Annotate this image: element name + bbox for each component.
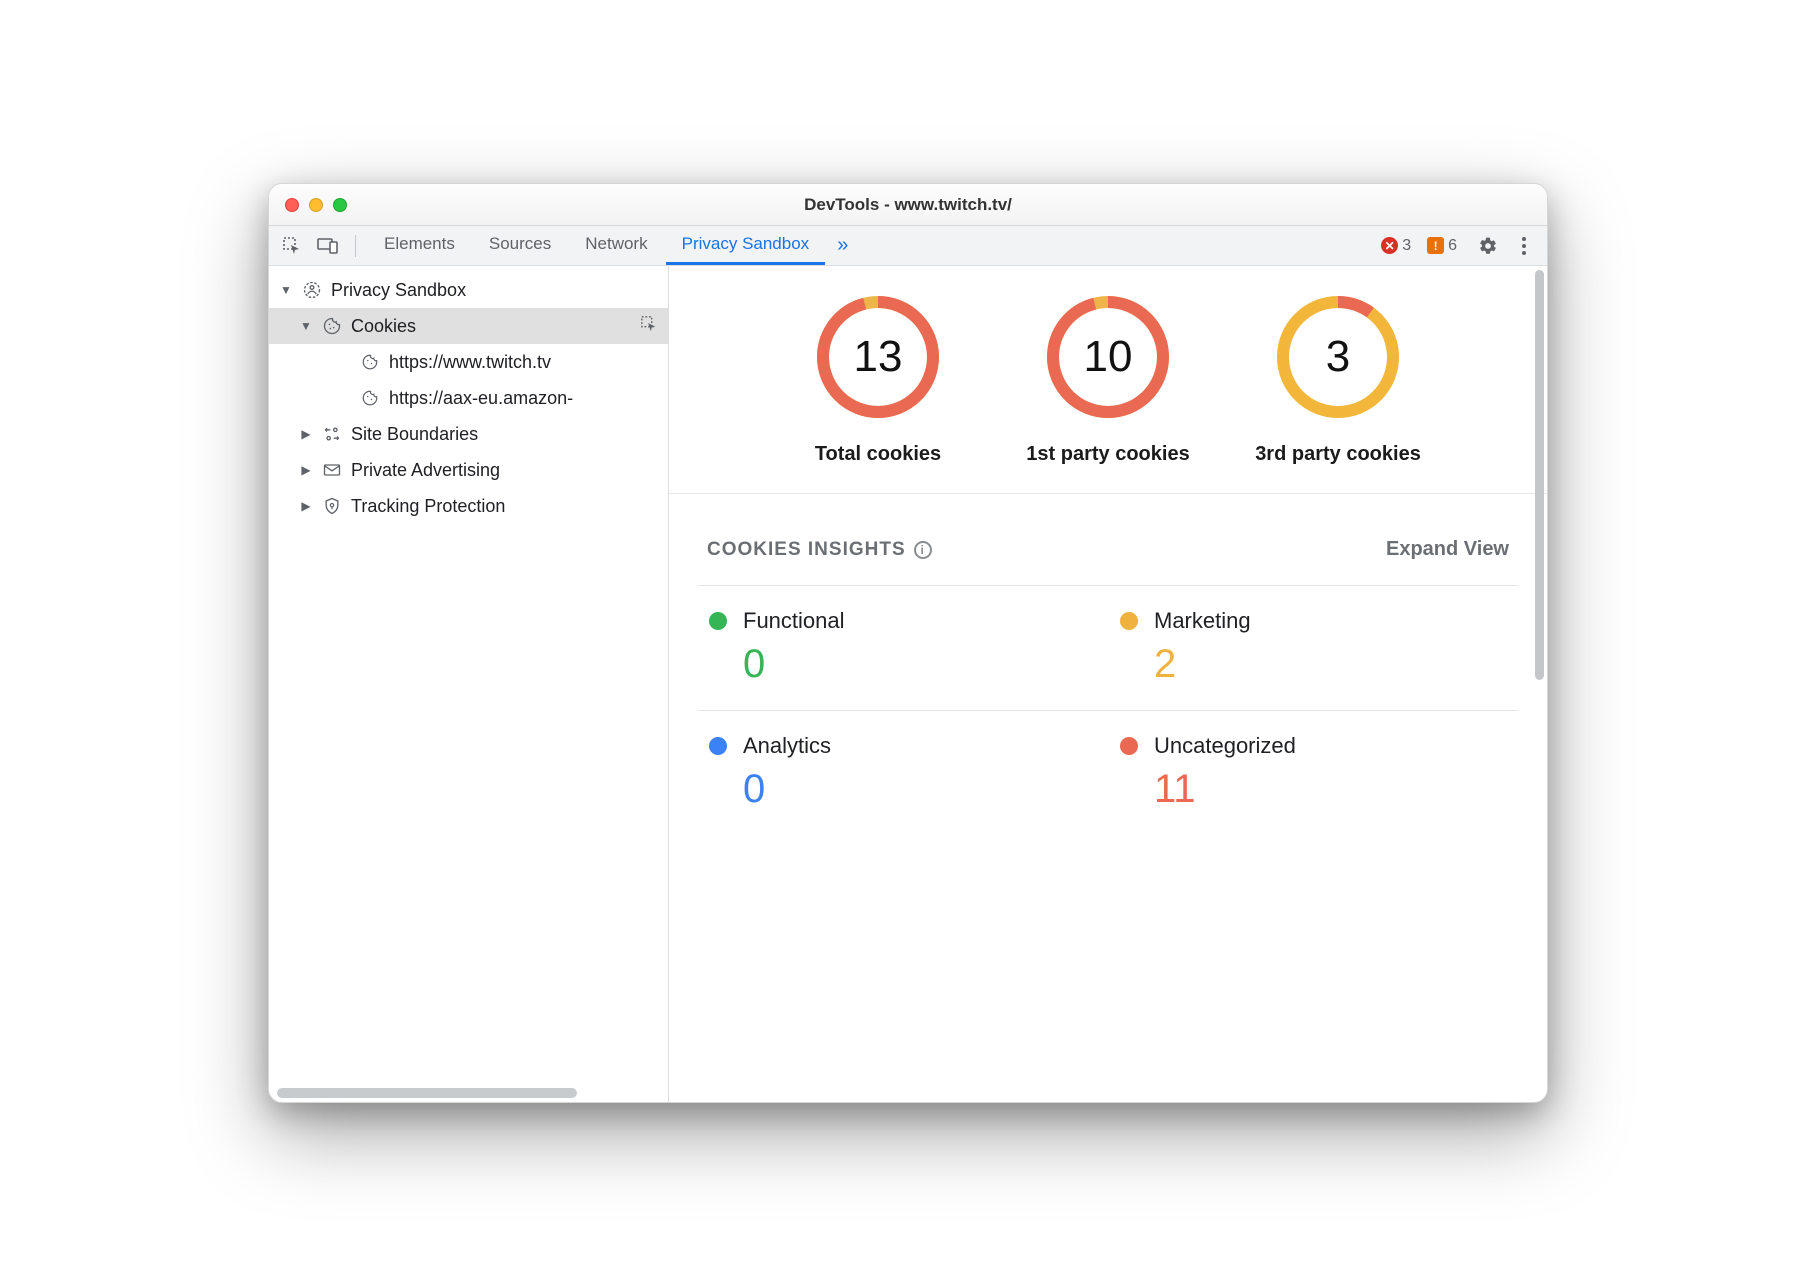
vertical-scrollbar[interactable] bbox=[1531, 266, 1547, 1102]
error-icon: ✕ bbox=[1381, 237, 1398, 254]
chevron-right-icon: ▶ bbox=[299, 427, 313, 441]
category-value: 11 bbox=[1154, 769, 1507, 809]
boundaries-icon bbox=[321, 423, 343, 445]
category-label: Functional bbox=[743, 608, 845, 634]
category-value: 0 bbox=[743, 769, 1096, 809]
tree-item-label: Cookies bbox=[351, 316, 632, 337]
warning-count: 6 bbox=[1448, 237, 1457, 255]
insight-cell-marketing[interactable]: Marketing 2 bbox=[1108, 585, 1519, 710]
tab-network[interactable]: Network bbox=[569, 226, 663, 265]
mail-icon bbox=[321, 459, 343, 481]
ring-label: 1st party cookies bbox=[1023, 440, 1193, 469]
toolbar-separator bbox=[355, 235, 356, 257]
main-panel: 13 Total cookies 10 1st party cookies bbox=[669, 266, 1547, 1102]
cookie-summary-rings: 13 Total cookies 10 1st party cookies bbox=[669, 266, 1547, 494]
insights-grid: Functional 0 Marketing 2 Analytics bbox=[669, 585, 1547, 835]
category-dot bbox=[709, 612, 727, 630]
shield-icon bbox=[321, 495, 343, 517]
ring-label: 3rd party cookies bbox=[1253, 440, 1423, 469]
panel-body: ▼ Privacy Sandbox ▼ Cookies bbox=[269, 266, 1547, 1102]
tree-item-label: https://www.twitch.tv bbox=[389, 352, 668, 373]
tab-privacy-sandbox[interactable]: Privacy Sandbox bbox=[666, 226, 826, 265]
ring-value: 10 bbox=[1043, 292, 1173, 422]
window-title: DevTools - www.twitch.tv/ bbox=[269, 195, 1547, 215]
insight-cell-analytics[interactable]: Analytics 0 bbox=[697, 710, 1108, 835]
category-dot bbox=[709, 737, 727, 755]
cookie-icon bbox=[321, 315, 343, 337]
cookie-icon bbox=[359, 387, 381, 409]
category-label: Analytics bbox=[743, 733, 831, 759]
devtools-toolbar: Elements Sources Network Privacy Sandbox… bbox=[269, 226, 1547, 266]
tree-item-label: https://aax-eu.amazon- bbox=[389, 388, 668, 409]
cookie-icon bbox=[359, 351, 381, 373]
kebab-menu-icon[interactable] bbox=[1509, 231, 1539, 261]
horizontal-scrollbar[interactable] bbox=[277, 1088, 577, 1098]
tree-item-private-advertising[interactable]: ▶ Private Advertising bbox=[269, 452, 668, 488]
error-count-badge[interactable]: ✕ 3 bbox=[1381, 237, 1411, 255]
ring-third-party: 3 3rd party cookies bbox=[1253, 292, 1423, 469]
panel-tabs: Elements Sources Network Privacy Sandbox… bbox=[368, 226, 858, 265]
insight-cell-functional[interactable]: Functional 0 bbox=[697, 585, 1108, 710]
tree-item-cookie-origin[interactable]: https://aax-eu.amazon- bbox=[269, 380, 668, 416]
inspect-element-icon[interactable] bbox=[277, 231, 307, 261]
device-toolbar-icon[interactable] bbox=[313, 231, 343, 261]
insights-title: COOKIES INSIGHTS i bbox=[707, 539, 932, 561]
scrollbar-thumb[interactable] bbox=[1535, 270, 1544, 680]
category-label: Marketing bbox=[1154, 608, 1251, 634]
category-value: 2 bbox=[1154, 644, 1507, 684]
insights-header: COOKIES INSIGHTS i Expand View bbox=[669, 494, 1547, 585]
tab-elements[interactable]: Elements bbox=[368, 226, 471, 265]
ring-total-cookies: 13 Total cookies bbox=[793, 292, 963, 469]
category-value: 0 bbox=[743, 644, 1096, 684]
info-icon[interactable]: i bbox=[914, 541, 932, 559]
titlebar: DevTools - www.twitch.tv/ bbox=[269, 184, 1547, 226]
more-tabs-button[interactable]: » bbox=[827, 234, 858, 257]
settings-gear-icon[interactable] bbox=[1473, 231, 1503, 261]
zoom-window-button[interactable] bbox=[333, 198, 347, 212]
window-controls bbox=[285, 198, 347, 212]
tree-root-label: Privacy Sandbox bbox=[331, 280, 668, 301]
error-count: 3 bbox=[1402, 237, 1411, 255]
privacy-sandbox-icon bbox=[301, 279, 323, 301]
ring-first-party: 10 1st party cookies bbox=[1023, 292, 1193, 469]
insight-cell-uncategorized[interactable]: Uncategorized 11 bbox=[1108, 710, 1519, 835]
tree-root-privacy-sandbox[interactable]: ▼ Privacy Sandbox bbox=[269, 272, 668, 308]
tree-item-cookies[interactable]: ▼ Cookies bbox=[269, 308, 668, 344]
tree-item-tracking-protection[interactable]: ▶ Tracking Protection bbox=[269, 488, 668, 524]
category-label: Uncategorized bbox=[1154, 733, 1296, 759]
tree-item-label: Private Advertising bbox=[351, 460, 668, 481]
sidebar: ▼ Privacy Sandbox ▼ Cookies bbox=[269, 266, 669, 1102]
minimize-window-button[interactable] bbox=[309, 198, 323, 212]
devtools-window: DevTools - www.twitch.tv/ Elements Sourc… bbox=[268, 183, 1548, 1103]
category-dot bbox=[1120, 737, 1138, 755]
inspect-icon[interactable] bbox=[640, 315, 658, 338]
warning-icon: ! bbox=[1427, 237, 1444, 254]
chevron-down-icon: ▼ bbox=[299, 319, 313, 333]
tab-sources[interactable]: Sources bbox=[473, 226, 567, 265]
ring-value: 13 bbox=[813, 292, 943, 422]
ring-value: 3 bbox=[1273, 292, 1403, 422]
tree-item-label: Tracking Protection bbox=[351, 496, 668, 517]
chevron-right-icon: ▶ bbox=[299, 463, 313, 477]
tree-item-label: Site Boundaries bbox=[351, 424, 668, 445]
ring-label: Total cookies bbox=[793, 440, 963, 469]
expand-view-button[interactable]: Expand View bbox=[1386, 538, 1509, 561]
close-window-button[interactable] bbox=[285, 198, 299, 212]
chevron-down-icon: ▼ bbox=[279, 283, 293, 297]
tree-item-cookie-origin[interactable]: https://www.twitch.tv bbox=[269, 344, 668, 380]
category-dot bbox=[1120, 612, 1138, 630]
tree-item-site-boundaries[interactable]: ▶ Site Boundaries bbox=[269, 416, 668, 452]
warning-count-badge[interactable]: ! 6 bbox=[1427, 237, 1457, 255]
chevron-right-icon: ▶ bbox=[299, 499, 313, 513]
